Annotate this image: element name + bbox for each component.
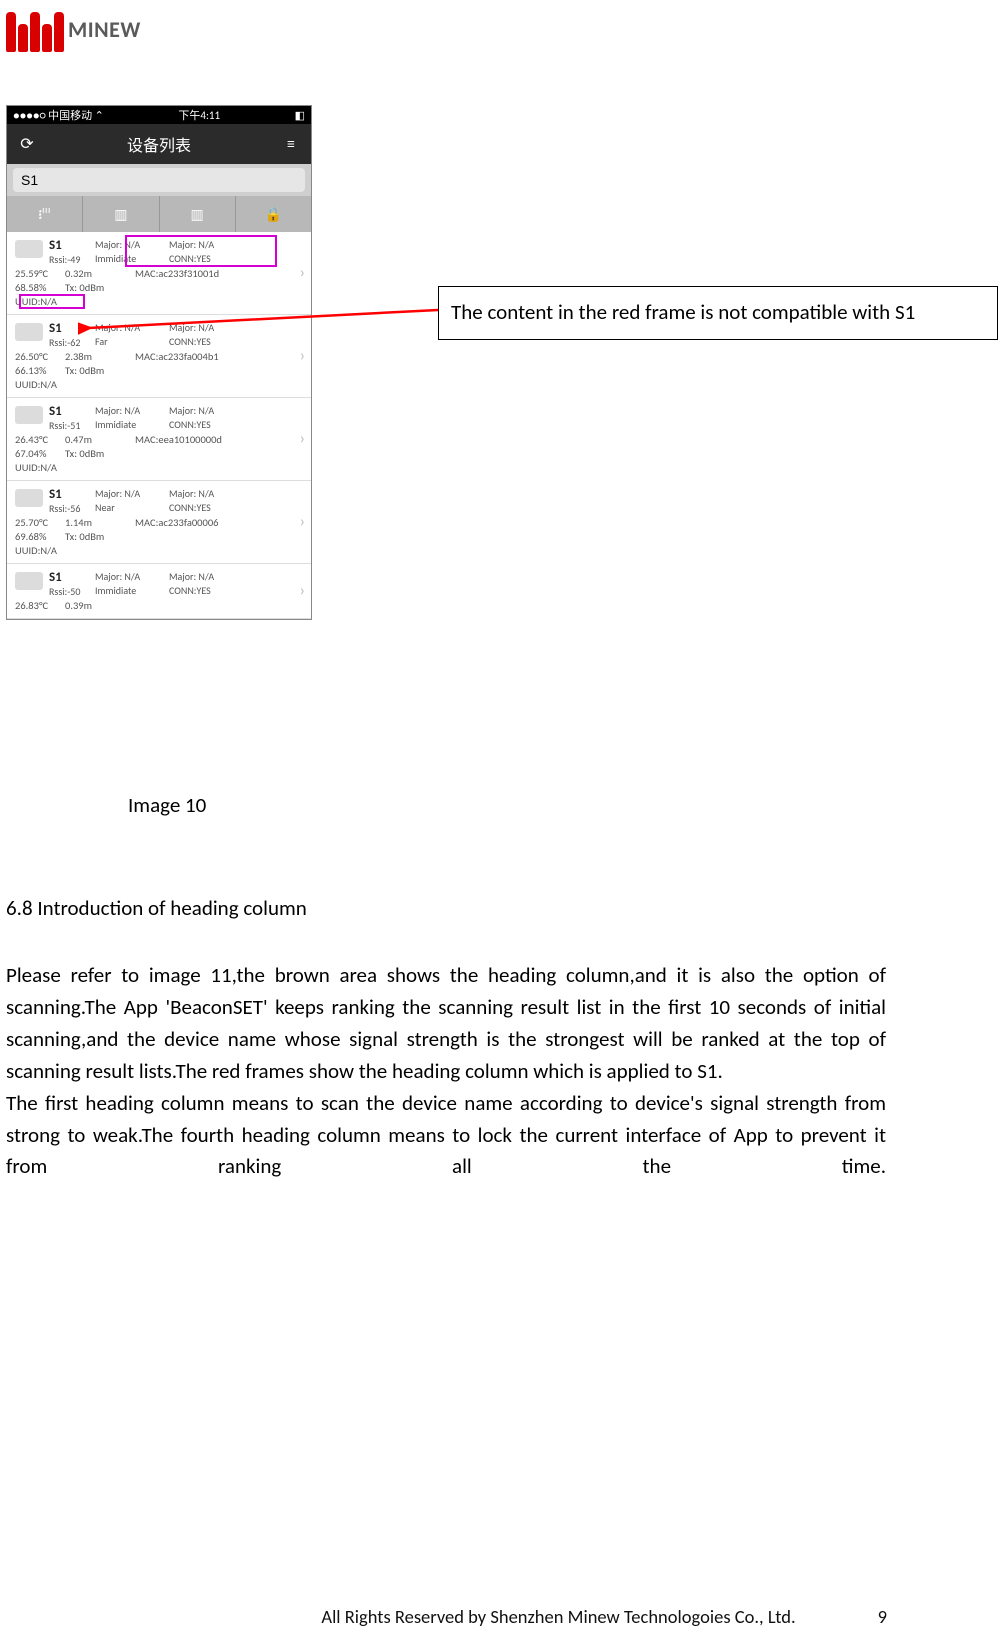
chevron-right-icon[interactable]: › [300,264,305,283]
device-row[interactable]: S1Rssi:-50Major: N/AImmidiateMajor: N/AC… [7,564,311,619]
device-range: Near [95,501,169,515]
device-mac: MAC:ac233fa004b1 [135,350,219,363]
device-major-2: Major: N/A [169,570,243,584]
search-row [7,164,311,196]
body-paragraph: Please refer to image 11,the brown area … [6,960,886,1183]
image-caption: Image 10 [128,792,206,818]
device-conn: CONN:YES [169,418,243,432]
device-rssi: Rssi:-62 [49,336,95,349]
device-icon [15,240,43,258]
device-major-2: Major: N/A [169,321,243,335]
device-pct: 69.68% [15,530,65,543]
device-icon [15,406,43,424]
sort-signal-icon[interactable]: ᎒ᴵᴵᴵ [7,196,83,232]
device-temp: 25.59°C [15,267,65,280]
device-row[interactable]: S1Rssi:-62Major: N/AFarMajor: N/ACONN:YE… [7,315,311,398]
device-name: S1 [49,487,95,502]
status-bar: ●●●●○ 中国移动 ⌃ 下午4:11 ◧ [7,106,311,124]
device-pct: 67.04% [15,447,65,460]
page-footer: All Rights Reserved by Shenzhen Minew Te… [0,1605,1007,1628]
device-major-2: Major: N/A [169,404,243,418]
nav-bar: ⟳ 设备列表 ≡ [7,124,311,164]
status-left: ●●●●○ 中国移动 ⌃ [13,107,104,123]
device-mac: MAC:ac233fa00006 [135,516,218,529]
device-uuid: UUID:N/A [15,544,65,557]
device-conn: CONN:YES [169,584,243,598]
device-range: Immidiate [95,418,169,432]
device-rssi: Rssi:-51 [49,419,95,432]
refresh-icon[interactable]: ⟳ [17,134,37,154]
page-number: 9 [878,1605,887,1628]
device-name: S1 [49,321,95,336]
device-conn: CONN:YES [169,335,243,349]
lock-icon[interactable]: 🔒 [236,196,311,232]
device-temp: 26.43°C [15,433,65,446]
logo-text: MINEW [68,16,141,43]
device-pct: 68.58% [15,281,65,294]
device-dist: 2.38m [65,350,113,363]
device-row[interactable]: S1Rssi:-49Major: N/AImmidiateMajor: N/AC… [7,232,311,315]
device-dist: 0.47m [65,433,113,446]
device-mac: MAC:eea10100000d [135,433,222,446]
tool-2-icon[interactable]: ▥ [83,196,159,232]
device-major-1: Major: N/A [95,570,169,584]
search-input[interactable] [13,168,305,192]
device-major-1: Major: N/A [95,404,169,418]
device-major-1: Major: N/A [95,487,169,501]
device-mac: MAC:ac233f31001d [135,267,219,280]
device-icon [15,323,43,341]
menu-icon[interactable]: ≡ [281,135,301,154]
chevron-right-icon[interactable]: › [300,582,305,601]
device-tx: Tx: 0dBm [65,530,113,543]
device-dist: 1.14m [65,516,113,529]
heading-column-row: ᎒ᴵᴵᴵ ▥ ▥ 🔒 [7,196,311,232]
nav-title: 设备列表 [37,132,281,156]
body-text-2: The first heading column means to scan t… [6,1088,886,1184]
device-row[interactable]: S1Rssi:-56Major: N/ANearMajor: N/ACONN:Y… [7,481,311,564]
device-icon [15,489,43,507]
device-conn: CONN:YES [169,252,243,266]
status-right: ◧ [295,109,305,122]
phone-screenshot: ●●●●○ 中国移动 ⌃ 下午4:11 ◧ ⟳ 设备列表 ≡ ᎒ᴵᴵᴵ ▥ ▥ … [6,105,312,620]
device-major-1: Major: N/A [95,321,169,335]
device-temp: 26.83°C [15,599,65,612]
device-row[interactable]: S1Rssi:-51Major: N/AImmidiateMajor: N/AC… [7,398,311,481]
device-dist: 0.32m [65,267,113,280]
status-center: 下午4:11 [178,107,220,123]
device-tx: Tx: 0dBm [65,281,113,294]
device-range: Immidiate [95,252,169,266]
device-name: S1 [49,570,95,585]
device-range: Far [95,335,169,349]
device-major-2: Major: N/A [169,238,243,252]
device-major-1: Major: N/A [95,238,169,252]
logo-mark-icon [6,6,64,52]
device-temp: 26.50°C [15,350,65,363]
footer-copyright: All Rights Reserved by Shenzhen Minew Te… [0,1605,1007,1628]
device-uuid: UUID:N/A [15,295,65,308]
body-text-1: Please refer to image 11,the brown area … [6,962,886,1084]
device-name: S1 [49,404,95,419]
device-pct: 66.13% [15,364,65,377]
device-name: S1 [49,238,95,253]
device-temp: 25.70°C [15,516,65,529]
device-range: Immidiate [95,584,169,598]
chevron-right-icon[interactable]: › [300,347,305,366]
chevron-right-icon[interactable]: › [300,513,305,532]
company-logo: MINEW [6,6,141,52]
section-heading: 6.8 Introduction of heading column [6,895,307,921]
device-dist: 0.39m [65,599,113,612]
device-icon [15,572,43,590]
device-rssi: Rssi:-56 [49,502,95,515]
tool-3-icon[interactable]: ▥ [160,196,236,232]
device-conn: CONN:YES [169,501,243,515]
device-tx: Tx: 0dBm [65,364,113,377]
device-tx: Tx: 0dBm [65,447,113,460]
device-rssi: Rssi:-50 [49,585,95,598]
device-major-2: Major: N/A [169,487,243,501]
device-uuid: UUID:N/A [15,378,65,391]
device-uuid: UUID:N/A [15,461,65,474]
chevron-right-icon[interactable]: › [300,430,305,449]
device-rssi: Rssi:-49 [49,253,95,266]
callout-box: The content in the red frame is not comp… [438,286,998,340]
